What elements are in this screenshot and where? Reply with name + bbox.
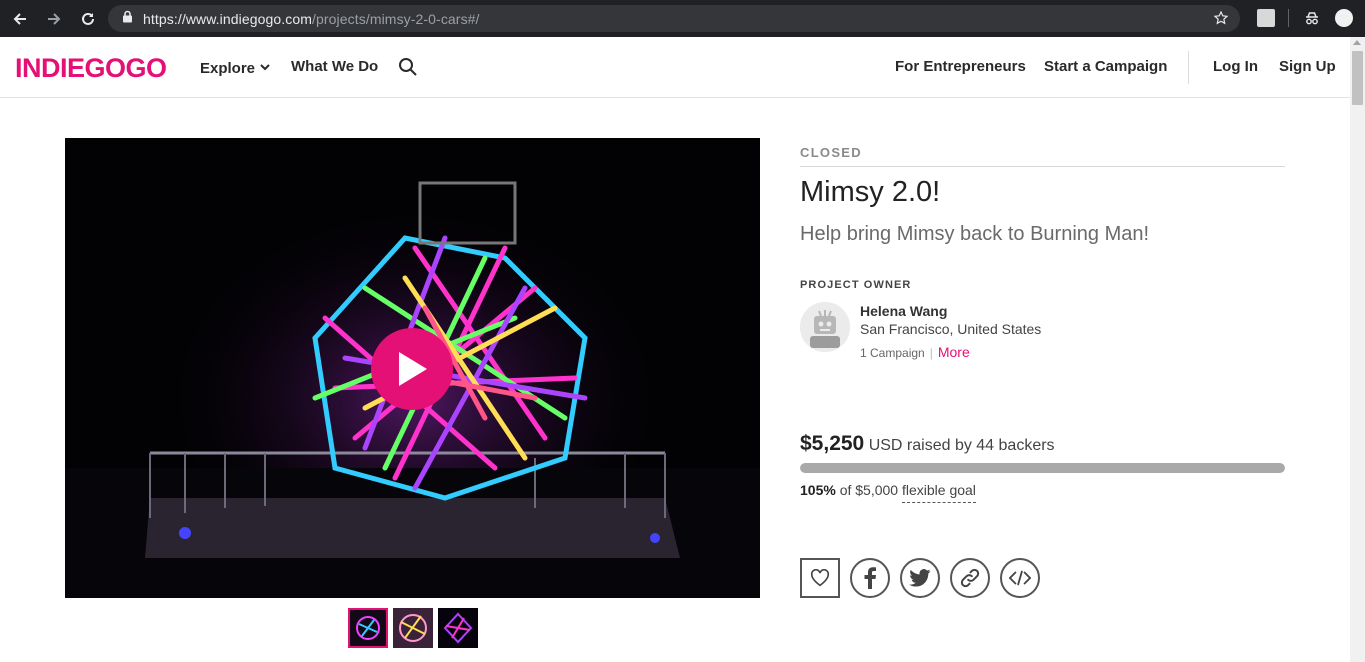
funded-percent: 105%	[800, 482, 836, 498]
signup-link[interactable]: Sign Up	[1279, 58, 1336, 75]
owner-avatar[interactable]	[800, 302, 850, 352]
link-icon	[960, 568, 980, 588]
login-link[interactable]: Log In	[1213, 58, 1258, 75]
lock-icon	[122, 10, 133, 28]
star-icon[interactable]	[1213, 10, 1229, 31]
owner-more-link[interactable]: More	[938, 344, 970, 360]
project-owner-label: PROJECT OWNER	[800, 279, 912, 291]
scroll-up-icon[interactable]	[1353, 40, 1361, 45]
owner-campaign-count: 1 Campaign	[860, 346, 925, 360]
nav-explore[interactable]: Explore	[200, 58, 270, 77]
goal-amount: of $5,000	[839, 482, 899, 498]
owner-name[interactable]: Helena Wang	[860, 303, 947, 319]
raised-amount: $5,250	[800, 432, 865, 455]
page-scrollbar[interactable]	[1350, 37, 1365, 662]
scroll-thumb[interactable]	[1352, 51, 1363, 105]
thumbnail-3[interactable]	[438, 608, 478, 648]
separator-icon	[1288, 9, 1289, 27]
chevron-down-icon	[260, 58, 270, 75]
play-button[interactable]	[371, 328, 453, 410]
search-icon[interactable]	[398, 57, 418, 81]
status-divider	[800, 166, 1285, 167]
back-icon[interactable]	[9, 8, 31, 30]
facebook-icon	[864, 567, 876, 589]
robot-avatar-icon	[800, 302, 850, 352]
thumbnail-2[interactable]	[393, 608, 433, 648]
profile-avatar[interactable]	[1335, 9, 1353, 27]
address-bar[interactable]: https://www.indiegogo.com/projects/mimsy…	[108, 5, 1240, 32]
owner-meta: 1 Campaign | More	[860, 344, 970, 360]
facebook-share-button[interactable]	[850, 558, 890, 598]
indiegogo-logo[interactable]: INDIEGOGO	[15, 53, 167, 84]
extension-icon[interactable]	[1257, 9, 1275, 27]
share-actions	[800, 558, 1040, 598]
campaign-tagline: Help bring Mimsy back to Burning Man!	[800, 223, 1150, 245]
campaign-title: Mimsy 2.0!	[800, 176, 941, 208]
embed-icon	[1009, 570, 1031, 586]
campaign-status: CLOSED	[800, 145, 862, 160]
reload-icon[interactable]	[77, 8, 99, 30]
browser-toolbar: https://www.indiegogo.com/projects/mimsy…	[0, 0, 1365, 37]
play-icon	[399, 352, 427, 386]
flexible-goal-link[interactable]: flexible goal	[901, 482, 976, 503]
url-text: https://www.indiegogo.com/projects/mimsy…	[143, 10, 480, 27]
media-thumbnails	[348, 608, 478, 648]
twitter-icon	[909, 569, 931, 587]
thumbnail-1[interactable]	[348, 608, 388, 648]
owner-location: San Francisco, United States	[860, 321, 1042, 337]
twitter-share-button[interactable]	[900, 558, 940, 598]
embed-button[interactable]	[1000, 558, 1040, 598]
copy-link-button[interactable]	[950, 558, 990, 598]
heart-icon	[810, 569, 830, 587]
funding-progress-bar	[800, 463, 1285, 473]
incognito-icon[interactable]	[1303, 9, 1321, 27]
nav-start-campaign[interactable]: Start a Campaign	[1044, 58, 1167, 75]
header-divider	[1188, 51, 1189, 84]
nav-for-entrepreneurs[interactable]: For Entrepreneurs	[895, 58, 1026, 75]
nav-what-we-do[interactable]: What We Do	[291, 58, 378, 75]
funding-progress-fill	[800, 463, 1285, 473]
forward-icon[interactable]	[43, 8, 65, 30]
goal-summary: 105% of $5,000 flexible goal	[800, 482, 976, 503]
funding-summary: $5,250 USD raised by 44 backers	[800, 432, 1055, 456]
campaign-video[interactable]	[65, 138, 760, 598]
raised-text: USD raised by 44 backers	[868, 437, 1055, 454]
site-header: INDIEGOGO Explore What We Do For Entrepr…	[0, 37, 1350, 98]
follow-button[interactable]	[800, 558, 840, 598]
